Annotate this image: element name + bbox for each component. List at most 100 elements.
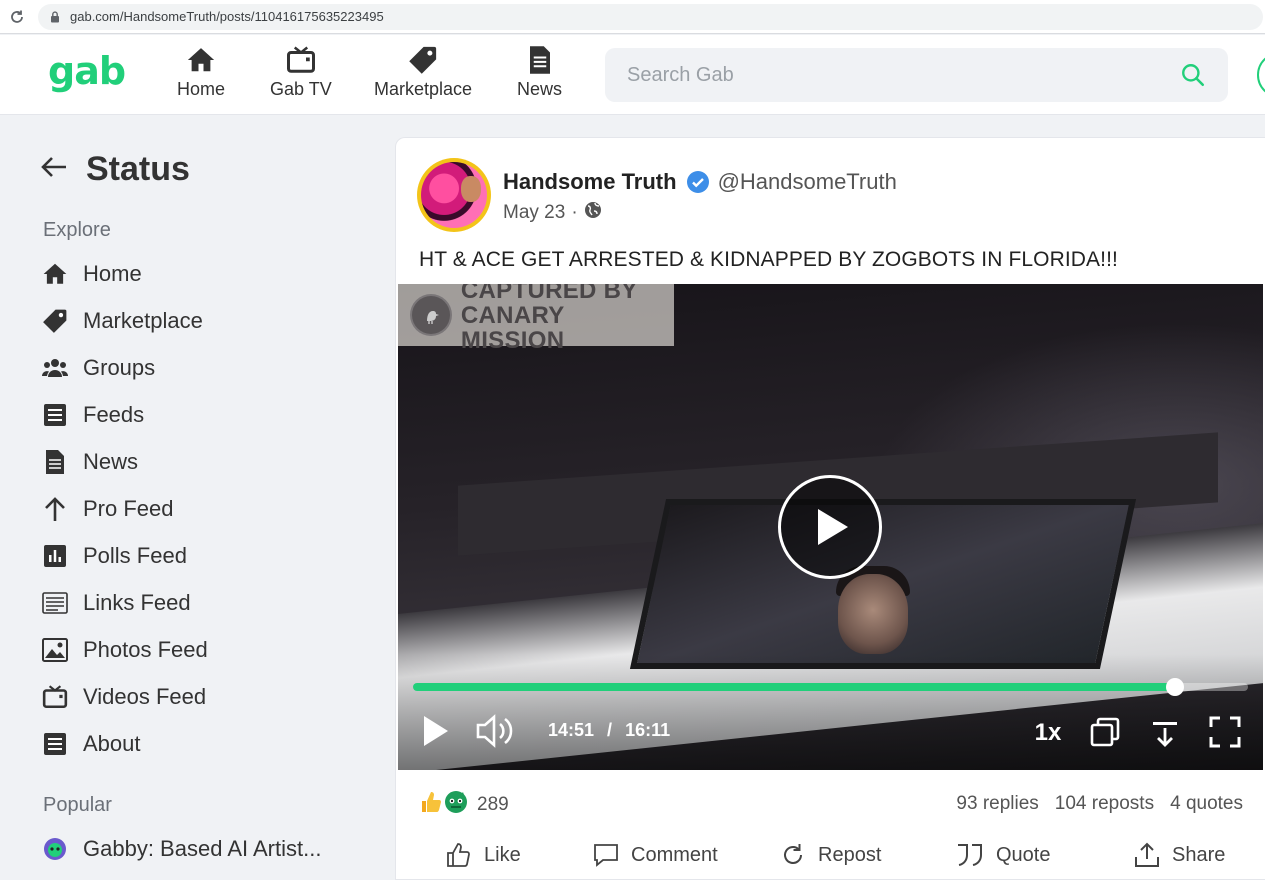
comment-button[interactable]: Comment (593, 836, 718, 874)
nav-news[interactable]: News (517, 45, 562, 100)
sidebar-item-news[interactable]: News (42, 447, 138, 477)
sidebar-item-label: Photos Feed (83, 637, 208, 662)
video-controls-overlay (398, 654, 1263, 770)
download-button[interactable] (1148, 715, 1182, 749)
quote-label: Quote (996, 843, 1051, 866)
video-time: 14:51 / 16:11 (548, 720, 670, 741)
nav-gab-tv-label: Gab TV (270, 79, 332, 99)
post-actions: Like Comment Repost Quote Share (396, 836, 1265, 880)
thumbs-up-icon (446, 842, 472, 868)
reload-icon[interactable] (0, 0, 34, 34)
left-sidebar: Status Explore Home Marketplace Groups F… (0, 116, 395, 880)
post-card: Handsome Truth @HandsomeTruth May 23 · H… (395, 137, 1265, 880)
post-author-avatar[interactable] (417, 158, 491, 232)
duration: 16:11 (625, 720, 671, 740)
url-field[interactable]: gab.com/HandsomeTruth/posts/110416175635… (38, 3, 1263, 30)
tag-icon (409, 46, 437, 74)
url-text: gab.com/HandsomeTruth/posts/110416175635… (70, 9, 384, 24)
sidebar-item-marketplace[interactable]: Marketplace (42, 306, 203, 336)
home-icon (42, 261, 68, 287)
watermark-line-2: CANARY MISSION (460, 301, 565, 354)
sidebar-item-label: Groups (83, 355, 156, 380)
picture-in-picture-icon (1090, 717, 1120, 747)
nav-news-label: News (517, 79, 563, 99)
volume-button[interactable] (474, 712, 516, 750)
poll-icon (42, 543, 68, 569)
tv-icon (42, 684, 68, 710)
search-bar[interactable] (605, 48, 1228, 102)
search-input[interactable] (627, 63, 1147, 87)
top-navigation: gab Home Gab TV Marketplace News (0, 35, 1265, 115)
quote-icon (956, 843, 984, 867)
groups-icon (42, 355, 68, 381)
reaction-summary[interactable]: 289 (419, 789, 509, 821)
time-separator: / (607, 720, 613, 740)
popular-item-gabby[interactable]: Gabby: Based AI Artist... (42, 834, 321, 864)
feeds-icon (42, 402, 68, 428)
canary-bird-icon (410, 294, 452, 336)
lock-icon (50, 10, 60, 23)
verified-badge-icon (686, 170, 710, 194)
video-progress-thumb[interactable] (1165, 678, 1184, 696)
video-player[interactable]: CAPTURED BY CANARY MISSION 14:51 / 16:11 1… (398, 284, 1263, 770)
sidebar-item-label: Polls Feed (83, 543, 187, 568)
tv-icon (286, 46, 315, 73)
meta-separator: · (571, 202, 578, 223)
gabby-avatar-icon (42, 836, 68, 862)
nav-home-label: Home (177, 79, 226, 99)
sidebar-item-home[interactable]: Home (42, 259, 142, 289)
quotes-count[interactable]: 4 quotes (1170, 793, 1243, 815)
share-button[interactable]: Share (1134, 836, 1225, 874)
playback-speed-button[interactable]: 1x (1028, 716, 1068, 750)
nav-gab-tv[interactable]: Gab TV (270, 45, 332, 100)
sidebar-item-links-feed[interactable]: Links Feed (42, 588, 191, 618)
links-icon (42, 590, 68, 616)
comment-icon (593, 842, 619, 868)
sidebar-item-photos-feed[interactable]: Photos Feed (42, 635, 208, 665)
sidebar-item-label: Feeds (83, 402, 145, 427)
video-progress-bar[interactable] (413, 678, 1248, 696)
reposts-count[interactable]: 104 reposts (1055, 793, 1154, 815)
play-icon (424, 716, 448, 746)
pip-button[interactable] (1088, 715, 1122, 749)
gab-logo[interactable]: gab (48, 49, 126, 93)
globe-icon (584, 201, 602, 225)
sidebar-item-label: Marketplace (83, 308, 203, 333)
reaction-emojis-icon (419, 789, 469, 821)
quote-button[interactable]: Quote (956, 836, 1050, 874)
page-title: Status (86, 150, 190, 188)
play-icon (818, 509, 848, 545)
post-date[interactable]: May 23 (503, 202, 565, 224)
browser-address-bar: gab.com/HandsomeTruth/posts/110416175635… (0, 0, 1265, 34)
user-avatar[interactable] (1257, 52, 1265, 98)
sidebar-item-feeds[interactable]: Feeds (42, 400, 144, 430)
back-arrow-icon[interactable] (40, 155, 68, 184)
sidebar-item-groups[interactable]: Groups (42, 353, 155, 383)
post-meta: May 23 · (503, 201, 602, 225)
author-name[interactable]: Handsome Truth (503, 169, 677, 195)
sidebar-item-about[interactable]: About (42, 729, 141, 759)
popular-label: Popular (43, 794, 112, 816)
current-time: 14:51 (548, 720, 595, 740)
fullscreen-button[interactable] (1208, 715, 1242, 749)
replies-count[interactable]: 93 replies (956, 793, 1038, 815)
repost-icon (780, 842, 806, 868)
sidebar-item-pro-feed[interactable]: Pro Feed (42, 494, 174, 524)
sidebar-item-videos-feed[interactable]: Videos Feed (42, 682, 206, 712)
search-icon[interactable] (1180, 62, 1206, 93)
news-icon (529, 46, 550, 74)
author-handle[interactable]: @HandsomeTruth (718, 169, 897, 195)
video-frame-face (838, 574, 908, 654)
nav-home[interactable]: Home (177, 45, 225, 100)
like-button[interactable]: Like (446, 836, 521, 874)
nav-marketplace-label: Marketplace (374, 79, 473, 99)
sidebar-item-label: Links Feed (83, 590, 191, 615)
nav-marketplace[interactable]: Marketplace (374, 45, 472, 100)
news-icon (42, 449, 68, 475)
play-button[interactable] (418, 714, 452, 748)
big-play-button[interactable] (778, 475, 882, 579)
status-header: Status (40, 150, 190, 189)
repost-button[interactable]: Repost (780, 836, 881, 874)
video-watermark: CAPTURED BY CANARY MISSION (398, 284, 674, 353)
sidebar-item-polls-feed[interactable]: Polls Feed (42, 541, 187, 571)
